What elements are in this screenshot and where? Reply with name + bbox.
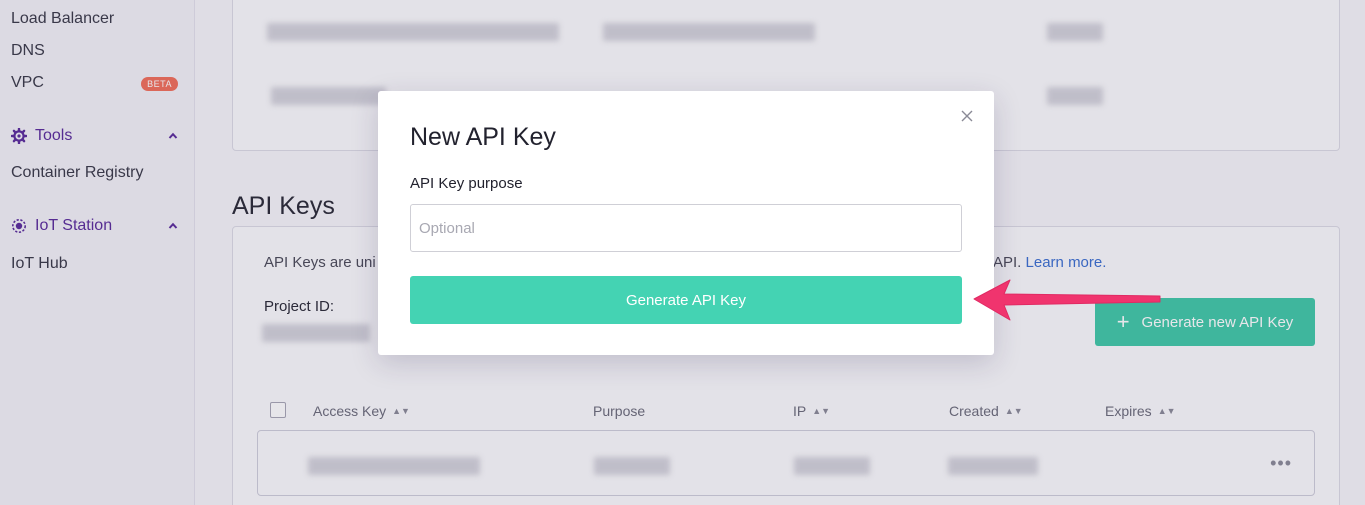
annotation-arrow-icon xyxy=(973,279,1161,321)
purpose-field-label: API Key purpose xyxy=(410,175,523,192)
new-api-key-modal: New API Key API Key purpose Generate API… xyxy=(378,91,994,355)
close-icon[interactable] xyxy=(958,107,976,125)
generate-api-key-button[interactable]: Generate API Key xyxy=(410,276,962,324)
modal-title: New API Key xyxy=(410,123,556,151)
purpose-input[interactable] xyxy=(410,204,962,252)
